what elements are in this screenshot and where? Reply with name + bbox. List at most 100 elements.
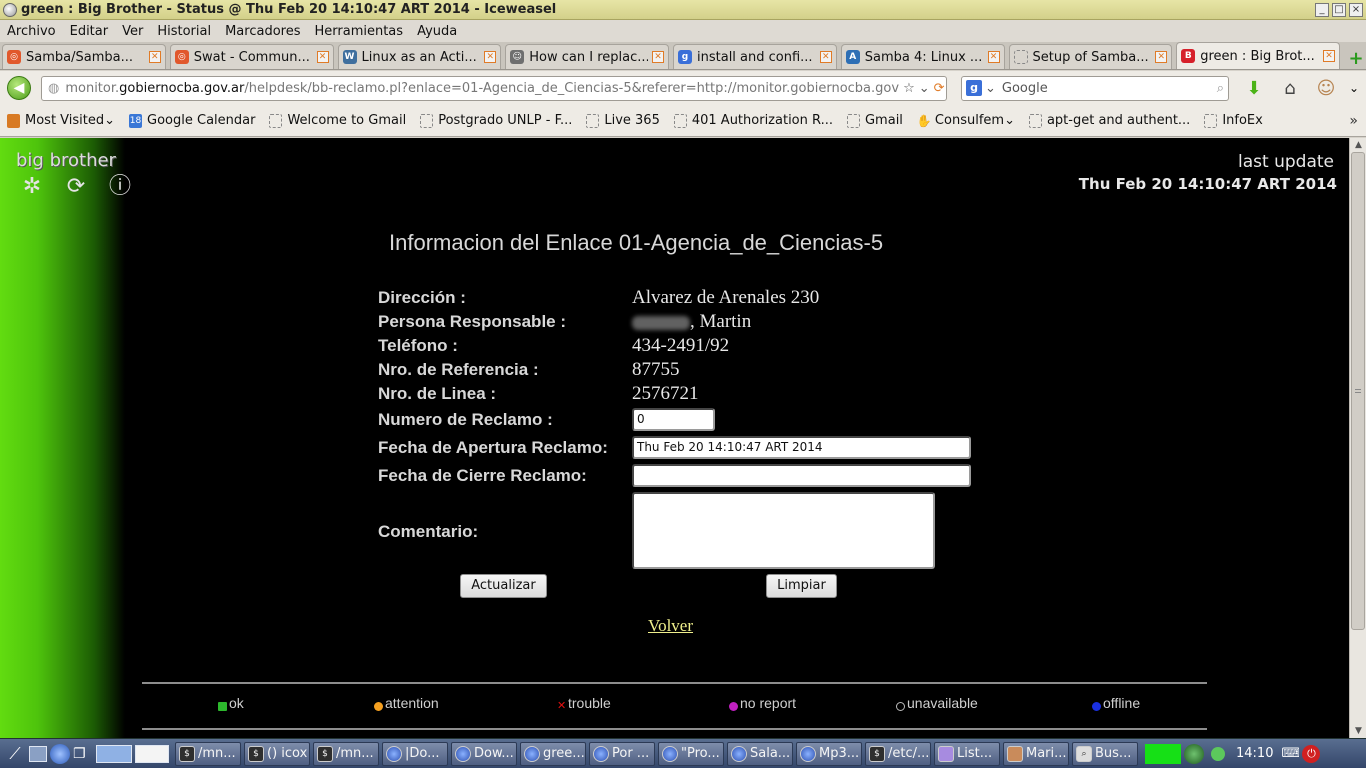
new-tab-icon[interactable]: + xyxy=(1346,47,1366,69)
close-tab-icon[interactable]: ✕ xyxy=(484,51,497,63)
scroll-up-icon[interactable]: ▲ xyxy=(1350,138,1366,152)
browser-launcher-icon[interactable] xyxy=(50,743,70,764)
monkey-extension-icon[interactable]: ☺ xyxy=(1315,77,1337,99)
task-label: Mari... xyxy=(1026,746,1067,761)
refresh-icon[interactable]: ⟳ xyxy=(62,174,90,200)
menu-ayuda[interactable]: Ayuda xyxy=(417,24,457,39)
windows-icon[interactable]: ❐ xyxy=(73,742,93,766)
bookmark-gmail[interactable]: Gmail xyxy=(846,113,903,128)
page-content: big brother ✲ ⟳ ⓘ last update Thu Feb 20… xyxy=(0,138,1349,738)
bookmark-star-icon[interactable]: ☆ xyxy=(903,81,915,96)
task-label: /mn... xyxy=(336,746,374,761)
close-tab-icon[interactable]: ✕ xyxy=(652,51,664,63)
close-tab-icon[interactable]: ✕ xyxy=(1155,51,1168,63)
reclamo-input[interactable]: 0 xyxy=(632,408,715,431)
menu-historial[interactable]: Historial xyxy=(157,24,211,39)
cpu-monitor-icon xyxy=(1145,743,1181,764)
close-button[interactable]: × xyxy=(1349,2,1363,17)
desktop-icon[interactable] xyxy=(29,745,47,762)
task-label: () icox xyxy=(267,746,308,761)
task-terminal-3[interactable]: $/mn... xyxy=(313,741,379,766)
legend-label: ok xyxy=(229,694,244,711)
actualizar-button[interactable]: Actualizar xyxy=(460,574,547,598)
task-etc[interactable]: $/etc/... xyxy=(865,741,931,766)
cierre-input[interactable] xyxy=(632,464,971,487)
task-mp3[interactable]: Mp3... xyxy=(796,741,862,766)
scroll-down-icon[interactable]: ▼ xyxy=(1350,724,1366,738)
task-list[interactable]: List... xyxy=(934,741,1000,766)
maximize-button[interactable]: □ xyxy=(1332,2,1346,17)
search-engine-chevron-icon[interactable]: ⌄ xyxy=(985,81,996,96)
bookmark-apt-get[interactable]: apt-get and authent... xyxy=(1028,113,1190,128)
vertical-scrollbar[interactable]: ▲ ▼ xyxy=(1349,138,1366,738)
home-icon[interactable]: ⌂ xyxy=(1279,77,1301,99)
comentario-textarea[interactable] xyxy=(632,492,935,569)
task-document[interactable]: |Do... xyxy=(382,741,448,766)
apertura-input[interactable]: Thu Feb 20 14:10:47 ART 2014 xyxy=(632,436,971,459)
bookmark-consulfem[interactable]: ✋ Consulfem ⌄ xyxy=(917,113,1015,128)
download-arrow-icon[interactable]: ⬇ xyxy=(1243,77,1265,99)
close-tab-icon[interactable]: ✕ xyxy=(987,51,1000,63)
network-icon[interactable] xyxy=(1184,743,1204,764)
volver-link[interactable]: Volver xyxy=(648,616,693,636)
menu-herramientas[interactable]: Herramientas xyxy=(315,24,404,39)
legend-attention: attention xyxy=(374,694,439,711)
menu-ver[interactable]: Ver xyxy=(122,24,143,39)
minimize-button[interactable]: _ xyxy=(1315,2,1329,17)
close-tab-icon[interactable]: ✕ xyxy=(1323,50,1335,62)
bookmark-label: Live 365 xyxy=(604,113,660,128)
task-pro[interactable]: "Pro... xyxy=(658,741,724,766)
url-bar[interactable]: ◍ monitor. gobiernocba.gov.ar/helpdesk/bb… xyxy=(41,75,947,101)
workspace-2[interactable] xyxy=(135,744,169,763)
bookmark-most-visited[interactable]: Most Visited ⌄ xyxy=(7,113,115,128)
keyboard-icon[interactable]: ⌨ xyxy=(1281,742,1299,766)
tab-samba[interactable]: ◎ Samba/Samba... ✕ xyxy=(2,44,166,69)
search-icon[interactable]: ⌕ xyxy=(1217,81,1224,96)
tab-install-and-configure[interactable]: g install and confi... ✕ xyxy=(673,44,837,69)
menu-marcadores[interactable]: Marcadores xyxy=(225,24,300,39)
close-tab-icon[interactable]: ✕ xyxy=(148,51,161,63)
bookmark-infoex[interactable]: InfoEx xyxy=(1204,113,1263,128)
more-bookmarks-icon[interactable]: » xyxy=(1349,113,1358,129)
tab-linux-active-directory[interactable]: W Linux as an Acti... ✕ xyxy=(337,44,502,69)
tab-label: Swat - Commun... xyxy=(193,49,310,65)
tab-setup-of-samba[interactable]: Setup of Samba... ✕ xyxy=(1008,44,1173,69)
reload-icon[interactable]: ⟳ xyxy=(934,81,945,96)
start-menu-icon[interactable]: ⟋ xyxy=(4,742,26,766)
power-icon[interactable]: ⏻ xyxy=(1302,744,1321,763)
gear-icon[interactable]: ✲ xyxy=(18,174,46,200)
limpiar-button[interactable]: Limpiar xyxy=(766,574,837,598)
search-box[interactable]: g ⌄ Google ⌕ xyxy=(961,75,1229,101)
bookmark-live-365[interactable]: Live 365 xyxy=(586,113,660,128)
menu-chevron-icon[interactable]: ⌄ xyxy=(1343,77,1365,99)
task-terminal-2[interactable]: $() icox xyxy=(244,741,310,766)
task-bus[interactable]: ⌕ Bus... xyxy=(1072,741,1138,766)
task-por[interactable]: Por ... xyxy=(589,741,655,766)
workspace-1[interactable] xyxy=(96,744,132,763)
close-tab-icon[interactable]: ✕ xyxy=(316,51,329,63)
scroll-thumb[interactable] xyxy=(1351,152,1365,630)
menu-editar[interactable]: Editar xyxy=(70,24,109,39)
bookmark-welcome-to-gmail[interactable]: Welcome to Gmail xyxy=(269,113,406,128)
site-icon: A xyxy=(845,50,860,64)
google-icon[interactable]: g xyxy=(966,80,982,96)
back-arrow-icon[interactable]: ◀ xyxy=(7,76,31,100)
close-tab-icon[interactable]: ✕ xyxy=(819,51,832,63)
task-downloads[interactable]: Dow... xyxy=(451,741,517,766)
tab-how-can-i-replace[interactable]: ☺ How can I replac... ✕ xyxy=(505,44,669,69)
task-green[interactable]: gree... xyxy=(520,741,586,766)
battery-icon[interactable] xyxy=(1211,746,1225,761)
dropdown-icon[interactable]: ⌄ xyxy=(919,81,930,96)
info-icon[interactable]: ⓘ xyxy=(106,174,134,200)
bookmark-google-calendar[interactable]: 18 Google Calendar xyxy=(129,113,255,128)
tab-big-brother[interactable]: Bgreen : Big Brot... ✕ xyxy=(1176,42,1340,69)
tab-swat[interactable]: ◎ Swat - Commun... ✕ xyxy=(169,44,334,69)
tab-samba-4-linux[interactable]: A Samba 4: Linux ... ✕ xyxy=(840,44,1005,69)
task-terminal-1[interactable]: $/mn... xyxy=(175,741,241,766)
task-sala[interactable]: Sala... xyxy=(727,741,793,766)
bookmark-postgrado-unlp[interactable]: Postgrado UNLP - F... xyxy=(420,113,572,128)
terminal-icon: $ xyxy=(869,745,885,762)
bookmark-401-authorization[interactable]: 401 Authorization R... xyxy=(673,113,833,128)
task-mari[interactable]: Mari... xyxy=(1003,741,1069,766)
menu-archivo[interactable]: Archivo xyxy=(7,24,56,39)
